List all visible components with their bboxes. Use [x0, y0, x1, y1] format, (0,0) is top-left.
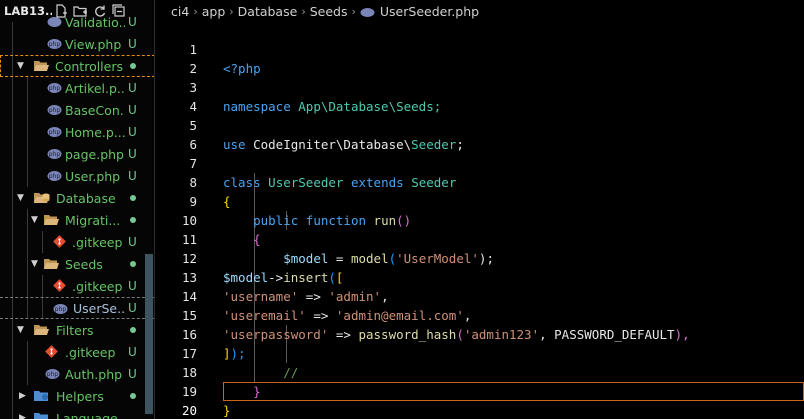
svg-text:php: php — [55, 306, 67, 313]
code-line: 8 { — [155, 154, 804, 209]
code-line: 13 'username' => 'admin', — [155, 249, 804, 304]
code-line: 3 namespace App\Database\Seeds; — [155, 59, 804, 114]
chevron-right-icon: › — [229, 4, 234, 18]
git-icon — [53, 279, 68, 292]
status-dot — [130, 393, 136, 399]
git-icon — [53, 235, 68, 248]
code-editor[interactable]: ci4 › app › Database › Seeds › UserSeede… — [155, 0, 804, 419]
svg-text:php: php — [49, 85, 61, 92]
php-file-icon: php — [47, 82, 62, 94]
tree-item-basecontroller[interactable]: php BaseCon... U — [0, 99, 155, 121]
tree-folder-filters[interactable]: ▼ Filters — [0, 319, 155, 341]
tree-item-gitkeep[interactable]: .gitkeep U — [0, 275, 155, 297]
tree-item-user-php[interactable]: php User.php U — [0, 165, 155, 187]
breadcrumb-app[interactable]: app — [202, 4, 226, 19]
helpers-folder-icon — [34, 389, 49, 401]
chevron-down-icon: ▼ — [17, 325, 24, 335]
folder-open-icon — [34, 324, 49, 336]
folder-open-icon — [44, 214, 59, 226]
tree-folder-seeds[interactable]: ▼ Seeds — [0, 253, 155, 275]
tree-item-validation[interactable]: Validatio... U — [0, 11, 155, 33]
database-folder-icon — [34, 191, 50, 203]
code-line: 14 'useremail' => 'admin@email.com', — [155, 268, 804, 323]
code-line: 9 public function run() — [155, 173, 804, 228]
code-line: 18 } — [155, 344, 804, 399]
folder-open-icon — [34, 60, 49, 72]
breadcrumb-database[interactable]: Database — [238, 4, 298, 19]
tree-item-auth-php[interactable]: php Auth.php U — [0, 363, 155, 385]
svg-text:php: php — [47, 371, 59, 378]
svg-text:php: php — [49, 173, 61, 180]
php-file-icon: php — [47, 126, 62, 138]
breadcrumb-seeds[interactable]: Seeds — [310, 4, 348, 19]
breadcrumb-ci4[interactable]: ci4 — [171, 4, 189, 19]
chevron-right-icon: ▶ — [19, 413, 26, 419]
tree-item-page-php[interactable]: php page.php U — [0, 143, 155, 165]
code-line-current[interactable]: 20 — [155, 382, 804, 418]
svg-text:php: php — [49, 41, 61, 48]
language-folder-icon — [34, 411, 49, 419]
code-line: 16 ]); — [155, 306, 804, 361]
status-dot — [130, 63, 136, 69]
code-line: 11 $model = model('UserModel'); — [155, 211, 804, 266]
svg-text:php: php — [49, 129, 61, 136]
code-line: 4 — [155, 78, 804, 114]
chevron-right-icon: › — [351, 4, 356, 18]
php-file-icon: php — [47, 148, 62, 160]
php-file-icon — [47, 16, 62, 28]
tree-folder-language[interactable]: ▶ Language — [0, 407, 155, 419]
tree-item-artikel[interactable]: php Artikel.p... U — [0, 77, 155, 99]
chevron-down-icon: ▼ — [17, 61, 24, 71]
tree-folder-helpers[interactable]: ▶ Helpers — [0, 385, 155, 407]
status-dot — [130, 195, 136, 201]
code-line: 5 use CodeIgniter\Database\Seeder; — [155, 97, 804, 152]
tree-item-gitkeep[interactable]: .gitkeep U — [0, 231, 155, 253]
tree-folder-controllers[interactable]: ▼ Controllers — [0, 55, 155, 77]
status-dot — [130, 261, 136, 267]
tree-folder-database[interactable]: ▼ Database — [0, 187, 155, 209]
breadcrumb: ci4 › app › Database › Seeds › UserSeede… — [171, 1, 479, 21]
code-line: 2 — [155, 40, 804, 76]
php-file-icon — [360, 4, 375, 19]
line-number: 20 — [181, 403, 197, 418]
code-line: 12 $model->insert([ — [155, 230, 804, 285]
status-dot — [130, 217, 136, 223]
php-file-icon: php — [45, 368, 60, 380]
svg-text:php: php — [49, 107, 61, 114]
tree-item-view-php[interactable]: php View.php U — [0, 33, 155, 55]
code-line: 1 <?php — [155, 21, 804, 76]
chevron-right-icon: ▶ — [19, 391, 26, 401]
php-file-icon: php — [47, 170, 62, 182]
chevron-right-icon: › — [301, 4, 306, 18]
chevron-down-icon: ▼ — [31, 259, 38, 269]
code-line: 6 — [155, 116, 804, 152]
tree-item-gitkeep[interactable]: .gitkeep U — [0, 341, 155, 363]
svg-text:php: php — [49, 151, 61, 158]
code-line: 7 class UserSeeder extends Seeder — [155, 135, 804, 190]
tree-folder-migrations[interactable]: ▼ Migrati... — [0, 209, 155, 231]
explorer-sidebar: LAB13... Validat — [0, 0, 155, 419]
git-icon — [45, 345, 60, 358]
chevron-down-icon: ▼ — [17, 193, 24, 203]
tree-item-userseeder[interactable]: php UserSe... U — [0, 297, 155, 319]
php-file-icon: php — [47, 104, 62, 116]
code-line: 19 } — [155, 363, 804, 418]
code-line: 15 'userpassword' => password_hash('admi… — [155, 287, 804, 342]
chevron-down-icon: ▼ — [31, 215, 38, 225]
php-file-icon: php — [53, 303, 68, 315]
code-line: 10 { — [155, 192, 804, 247]
php-file-icon: php — [47, 38, 62, 50]
sidebar-scrollbar[interactable] — [145, 254, 153, 414]
tree-item-home[interactable]: php Home.p... U — [0, 121, 155, 143]
status-dot — [130, 327, 136, 333]
folder-open-icon — [44, 258, 59, 270]
code-line: 17 // — [155, 325, 804, 380]
chevron-right-icon: › — [193, 4, 198, 18]
breadcrumb-file[interactable]: UserSeeder.php — [380, 4, 479, 19]
